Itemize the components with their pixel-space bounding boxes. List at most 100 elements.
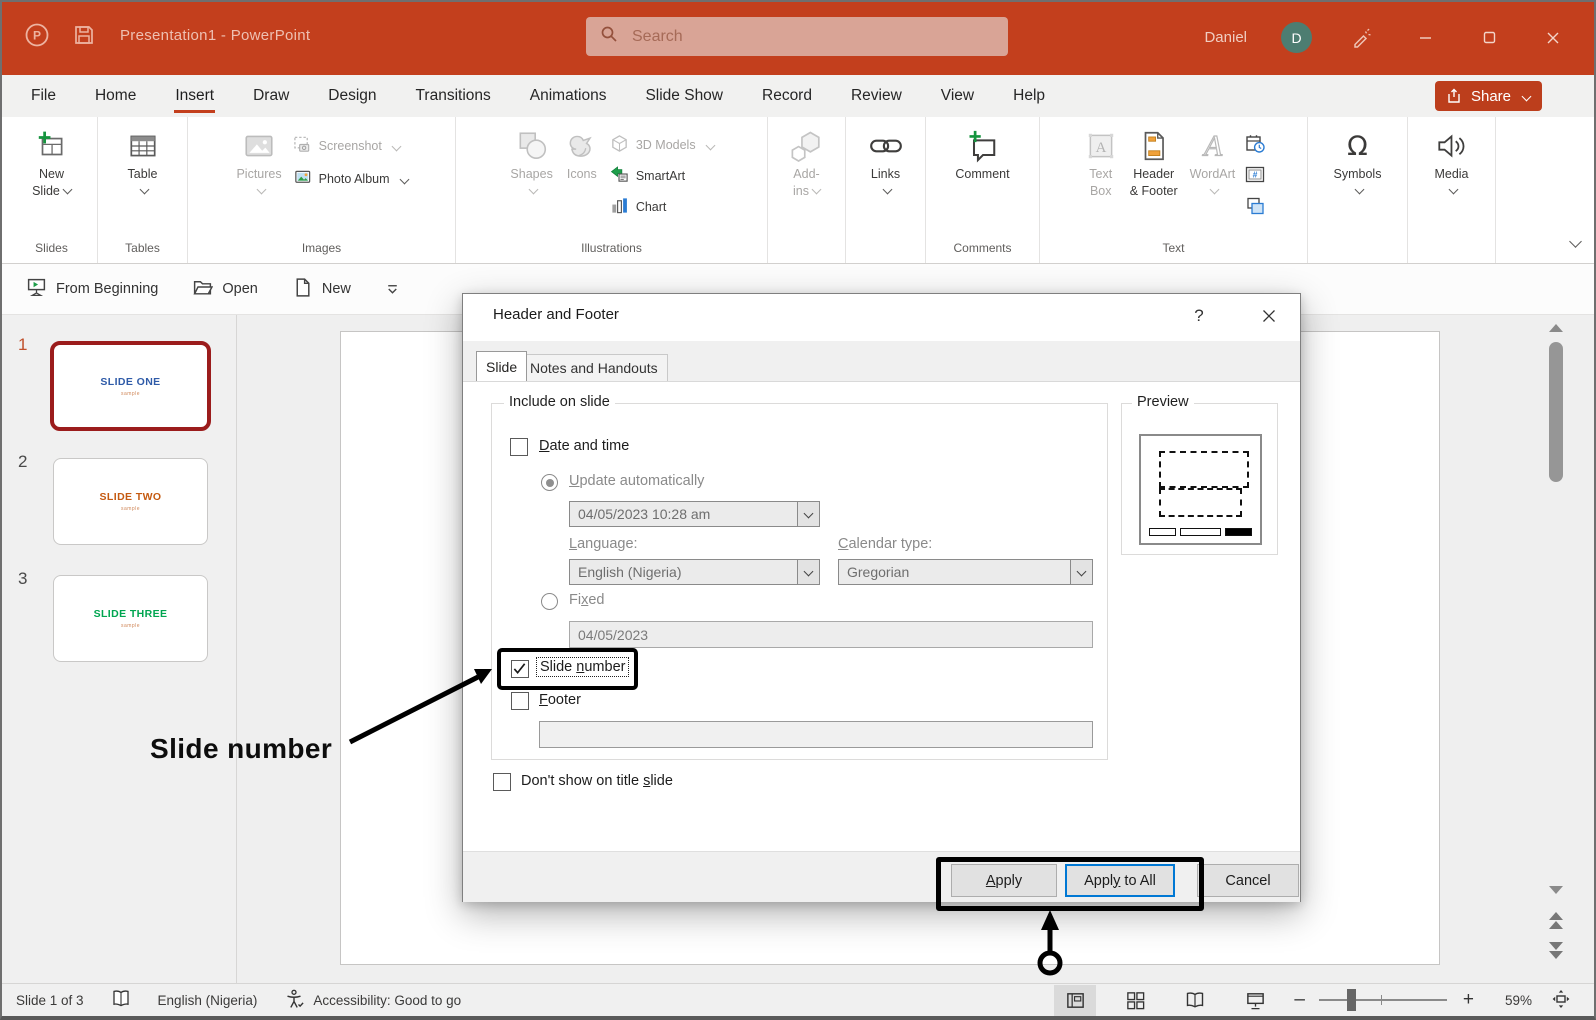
- language-select[interactable]: English (Nigeria): [569, 559, 820, 585]
- table-button[interactable]: Table: [121, 124, 165, 241]
- language-status[interactable]: English (Nigeria): [158, 993, 258, 1008]
- menu-tab-slide-show[interactable]: Slide Show: [644, 77, 724, 115]
- scroll-down-button[interactable]: [1549, 886, 1563, 894]
- screenshot-button[interactable]: Screenshot: [289, 133, 412, 159]
- comment-button[interactable]: Comment: [950, 124, 1014, 241]
- dialog-tab-strip: Slide Notes and Handouts: [463, 341, 1300, 382]
- menu-tab-draw[interactable]: Draw: [252, 77, 290, 115]
- media-button[interactable]: Media: [1429, 124, 1475, 241]
- footer-text-input[interactable]: [539, 721, 1093, 748]
- menu-tab-animations[interactable]: Animations: [529, 77, 608, 115]
- header-footer-button[interactable]: Header& Footer: [1125, 124, 1183, 241]
- tab-slide[interactable]: Slide: [476, 351, 527, 381]
- tab-notes-and-handouts[interactable]: Notes and Handouts: [520, 354, 668, 381]
- slide-sorter-button[interactable]: [1114, 985, 1156, 1016]
- dont-show-on-title-slide-checkbox[interactable]: [493, 773, 511, 791]
- preview-date-bar: [1149, 528, 1175, 536]
- language-label: Language:: [569, 536, 638, 552]
- fixed-date-input[interactable]: 04/05/2023: [569, 621, 1093, 648]
- cancel-button[interactable]: Cancel: [1197, 864, 1299, 897]
- chevron-down-icon: [256, 184, 266, 194]
- zoom-percentage[interactable]: 59%: [1480, 993, 1532, 1008]
- zoom-slider-thumb[interactable]: [1347, 989, 1356, 1011]
- fixed-radio[interactable]: [541, 593, 558, 610]
- pictures-button[interactable]: Pictures: [231, 124, 286, 241]
- zoom-slider[interactable]: [1319, 999, 1447, 1001]
- insert-date-time-button[interactable]: [1242, 133, 1268, 159]
- insert-object-button[interactable]: [1242, 195, 1268, 221]
- menu-tab-home[interactable]: Home: [94, 77, 137, 115]
- normal-view-button[interactable]: [1054, 985, 1096, 1016]
- smartart-button[interactable]: SmartArt: [606, 163, 718, 189]
- minimize-button[interactable]: [1410, 23, 1440, 53]
- slide-thumbnail-1[interactable]: SLIDE ONE sample: [50, 341, 211, 431]
- ribbon-group-media: Media: [1408, 117, 1496, 263]
- search-input[interactable]: [630, 27, 934, 47]
- slide-thumbnail-2[interactable]: SLIDE TWO sample: [53, 458, 208, 545]
- menu-tab-design[interactable]: Design: [327, 77, 377, 115]
- maximize-button[interactable]: [1474, 23, 1504, 53]
- reading-view-button[interactable]: [1174, 985, 1216, 1016]
- chevron-down-icon: [1449, 184, 1459, 194]
- shapes-button[interactable]: Shapes: [505, 124, 557, 241]
- pen-icon[interactable]: [1346, 23, 1376, 53]
- zoom-out-button[interactable]: –: [1290, 989, 1309, 1011]
- menu-tab-help[interactable]: Help: [1012, 77, 1046, 115]
- chevron-down-icon: [705, 140, 715, 150]
- annotation-callout-text: Slide number: [150, 733, 332, 765]
- spellcheck-icon[interactable]: [110, 988, 132, 1013]
- user-name: Daniel: [1204, 29, 1247, 46]
- fit-slide-button[interactable]: [1550, 988, 1572, 1013]
- include-on-slide-legend: Include on slide: [504, 394, 615, 410]
- slideshow-button[interactable]: [1234, 985, 1276, 1016]
- update-automatically-radio[interactable]: [541, 474, 558, 491]
- slide-thumbnail-3[interactable]: SLIDE THREE sample: [53, 575, 208, 662]
- close-button[interactable]: [1538, 23, 1568, 53]
- add-ins-button[interactable]: Add- ins: [784, 124, 830, 241]
- chart-button[interactable]: Chart: [606, 194, 718, 220]
- new-file-icon: [292, 277, 313, 302]
- footer-checkbox[interactable]: [511, 692, 529, 710]
- chevron-down-icon: [391, 141, 401, 151]
- menu-tab-insert[interactable]: Insert: [174, 77, 215, 115]
- search-box[interactable]: [586, 17, 1008, 56]
- from-beginning-button[interactable]: From Beginning: [26, 277, 158, 302]
- save-icon[interactable]: [72, 23, 96, 52]
- new-slide-button[interactable]: New Slide: [27, 124, 76, 241]
- dialog-close-button[interactable]: [1249, 302, 1289, 330]
- wordart-button[interactable]: A WordArt: [1185, 124, 1241, 241]
- next-slide-button[interactable]: [1549, 942, 1563, 959]
- new-file-button[interactable]: New: [292, 277, 351, 302]
- customize-qat-button[interactable]: [385, 282, 400, 297]
- photo-album-icon: [293, 168, 312, 190]
- open-button[interactable]: Open: [192, 277, 257, 302]
- 3d-models-button[interactable]: 3D Models: [606, 132, 718, 158]
- search-icon: [600, 25, 618, 48]
- previous-slide-button[interactable]: [1549, 912, 1563, 929]
- menu-tab-review[interactable]: Review: [850, 77, 903, 115]
- date-and-time-checkbox[interactable]: [510, 438, 528, 456]
- accessibility-status[interactable]: Accessibility: Good to go: [283, 988, 461, 1013]
- zoom-in-button[interactable]: +: [1457, 989, 1480, 1011]
- 3d-models-icon: [610, 134, 629, 156]
- dialog-help-button[interactable]: ?: [1185, 302, 1213, 330]
- links-button[interactable]: Links: [863, 124, 909, 241]
- share-button[interactable]: Share: [1435, 81, 1542, 111]
- menu-tab-view[interactable]: View: [940, 77, 975, 115]
- menu-tab-transitions[interactable]: Transitions: [415, 77, 492, 115]
- menu-tab-file[interactable]: File: [30, 77, 57, 115]
- scrollbar-thumb[interactable]: [1549, 342, 1563, 482]
- text-box-button[interactable]: A TextBox: [1079, 124, 1123, 241]
- calendar-type-select[interactable]: Gregorian: [838, 559, 1093, 585]
- menu-tab-record[interactable]: Record: [761, 77, 813, 115]
- symbols-button[interactable]: Ω Symbols: [1329, 124, 1387, 241]
- object-icon: [1244, 195, 1266, 222]
- collapse-ribbon-button[interactable]: [1567, 235, 1580, 253]
- insert-slide-number-button[interactable]: #: [1242, 164, 1268, 190]
- avatar[interactable]: D: [1281, 22, 1312, 53]
- icons-button[interactable]: Icons: [560, 124, 604, 241]
- scroll-up-button[interactable]: [1549, 324, 1563, 332]
- status-bar: Slide 1 of 3 English (Nigeria) Accessibi…: [0, 983, 1596, 1016]
- photo-album-button[interactable]: Photo Album: [289, 166, 412, 192]
- datetime-format-select[interactable]: 04/05/2023 10:28 am: [569, 501, 820, 527]
